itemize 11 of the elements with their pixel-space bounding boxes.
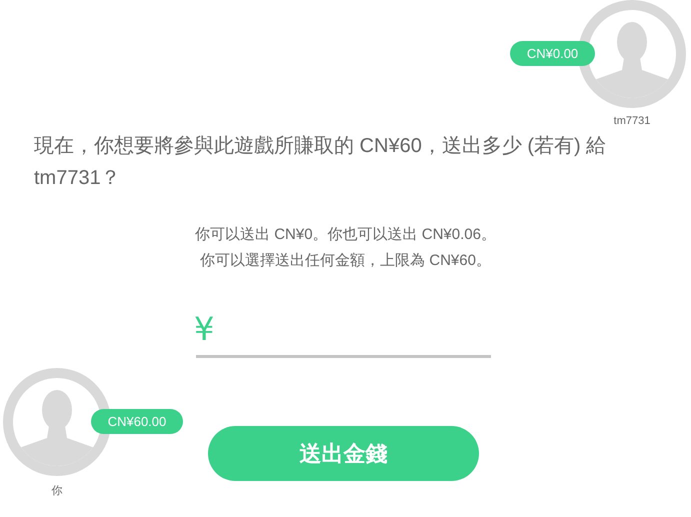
send-button[interactable]: 送出金錢 xyxy=(208,426,479,481)
recipient-name: tm7731 xyxy=(614,114,650,128)
balance-badge: CN¥60.00 xyxy=(91,409,183,434)
info-text: 你可以送出 CN¥0。你也可以送出 CN¥0.06。 xyxy=(195,225,496,245)
amount-field[interactable]: ¥ xyxy=(196,312,491,358)
sender-name: 你 xyxy=(52,484,62,498)
question-text: 現在，你想要將參與此遊戲所賺取的 CN¥60，送出多少 (若有) 給 tm7731？ xyxy=(33,134,608,191)
info-text: 你可以選擇送出任何金額，上限為 CN¥60。 xyxy=(200,251,491,271)
currency-symbol: ¥ xyxy=(194,312,214,346)
avatar-icon xyxy=(578,0,686,108)
balance-badge: CN¥0.00 xyxy=(510,41,595,66)
